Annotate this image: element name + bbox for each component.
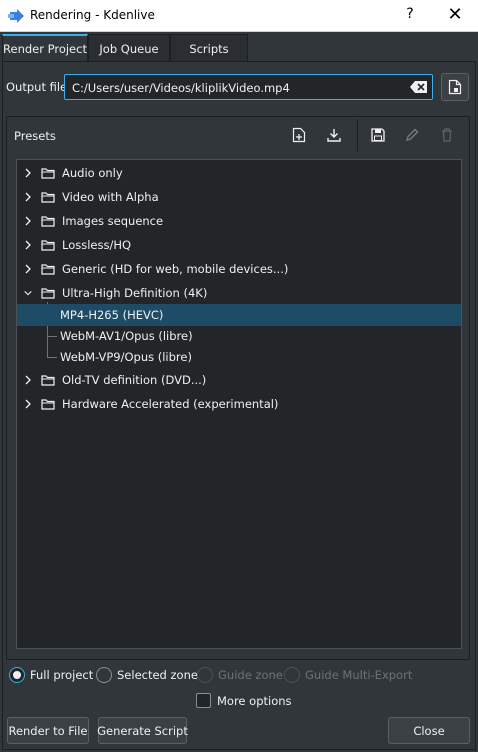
browse-file-button[interactable] [441, 73, 469, 101]
tab-job-queue[interactable]: Job Queue [88, 34, 170, 62]
title-bar: Rendering - Kdenlive ? ✕ [0, 0, 478, 32]
chevron-right-icon[interactable] [23, 167, 33, 179]
delete-preset-button[interactable] [437, 125, 457, 145]
selected-zone-radio[interactable] [96, 667, 112, 683]
tree-item-images-sequence[interactable]: Images sequence [17, 210, 461, 232]
tree-item-ultra-hd[interactable]: Ultra-High Definition (4K) [17, 282, 461, 304]
tree-item-label: Generic (HD for web, mobile devices...) [62, 262, 289, 276]
edit-preset-button[interactable] [402, 125, 422, 145]
more-options-checkbox[interactable] [196, 693, 211, 708]
presets-tree[interactable]: Audio only Video with Alpha Images seque… [16, 159, 462, 649]
clear-text-icon[interactable] [410, 80, 428, 94]
folder-icon [41, 168, 55, 179]
chevron-right-icon[interactable] [23, 215, 33, 227]
folder-icon [41, 264, 55, 275]
full-project-label[interactable]: Full project [30, 668, 93, 682]
tree-item-label: Old-TV definition (DVD...) [62, 373, 207, 387]
guide-multi-export-radio[interactable] [284, 667, 300, 683]
save-preset-button[interactable] [368, 125, 388, 145]
chevron-right-icon[interactable] [23, 239, 33, 251]
folder-icon [41, 240, 55, 251]
tree-item-label: Audio only [62, 166, 123, 180]
tree-item-mp4-h265[interactable]: MP4-H265 (HEVC) [17, 304, 461, 326]
save-icon [371, 128, 385, 142]
output-file-field[interactable]: C:/Users/user/Videos/kliplikVideo.mp4 [64, 74, 433, 100]
chevron-right-icon[interactable] [23, 263, 33, 275]
download-presets-button[interactable] [324, 125, 344, 145]
tree-item-label: Images sequence [62, 214, 164, 228]
file-icon [448, 79, 462, 95]
folder-open-icon [41, 288, 55, 299]
output-file-label: Output file [6, 80, 68, 94]
folder-icon [41, 192, 55, 203]
tree-item-hardware-accelerated[interactable]: Hardware Accelerated (experimental) [17, 393, 461, 415]
kdenlive-logo-icon [8, 9, 24, 23]
tree-item-video-with-alpha[interactable]: Video with Alpha [17, 186, 461, 208]
tree-item-label: WebM-AV1/Opus (libre) [60, 329, 193, 343]
new-preset-icon [292, 127, 306, 143]
window-title: Rendering - Kdenlive [30, 8, 155, 22]
tab-render-project[interactable]: Render Project [2, 34, 88, 62]
tab-scripts[interactable]: Scripts [170, 34, 248, 62]
presets-label: Presets [14, 129, 56, 143]
chevron-down-icon[interactable] [23, 287, 33, 299]
tree-item-label: Lossless/HQ [62, 238, 132, 252]
close-window-button[interactable]: ✕ [444, 5, 466, 27]
folder-icon [41, 375, 55, 386]
full-project-radio[interactable] [9, 667, 25, 683]
delete-icon [442, 128, 452, 142]
tree-item-label: Video with Alpha [62, 190, 159, 204]
guide-multi-export-label[interactable]: Guide Multi-Export [305, 668, 412, 682]
tree-item-label: Hardware Accelerated (experimental) [62, 397, 279, 411]
chevron-right-icon[interactable] [23, 398, 33, 410]
chevron-right-icon[interactable] [23, 191, 33, 203]
render-to-file-button[interactable]: Render to File [7, 717, 89, 744]
tree-item-label: Ultra-High Definition (4K) [62, 286, 208, 300]
tree-item-webm-av1[interactable]: WebM-AV1/Opus (libre) [17, 325, 461, 347]
folder-icon [41, 399, 55, 410]
tree-item-label: MP4-H265 (HEVC) [60, 308, 164, 322]
generate-script-button[interactable]: Generate Script [97, 717, 188, 744]
tree-item-label: WebM-VP9/Opus (libre) [60, 350, 192, 364]
chevron-right-icon[interactable] [23, 374, 33, 386]
tree-item-audio-only[interactable]: Audio only [17, 162, 461, 184]
toolbar-separator [357, 119, 358, 151]
guide-zone-radio[interactable] [197, 667, 213, 683]
tree-item-old-tv[interactable]: Old-TV definition (DVD...) [17, 369, 461, 391]
guide-zone-label[interactable]: Guide zone [218, 668, 283, 682]
tree-item-webm-vp9[interactable]: WebM-VP9/Opus (libre) [17, 346, 461, 368]
selected-zone-label[interactable]: Selected zone [117, 668, 198, 682]
folder-icon [41, 216, 55, 227]
close-button[interactable]: Close [388, 717, 470, 744]
download-icon [327, 129, 341, 142]
tree-item-lossless-hq[interactable]: Lossless/HQ [17, 234, 461, 256]
new-preset-button[interactable] [289, 125, 309, 145]
help-button[interactable]: ? [402, 6, 418, 26]
tab-bar: Render Project Job Queue Scripts [0, 32, 478, 62]
output-file-value[interactable]: C:/Users/user/Videos/kliplikVideo.mp4 [72, 81, 290, 95]
more-options-label[interactable]: More options [217, 694, 292, 708]
tree-item-generic[interactable]: Generic (HD for web, mobile devices...) [17, 258, 461, 280]
edit-icon [406, 128, 419, 141]
